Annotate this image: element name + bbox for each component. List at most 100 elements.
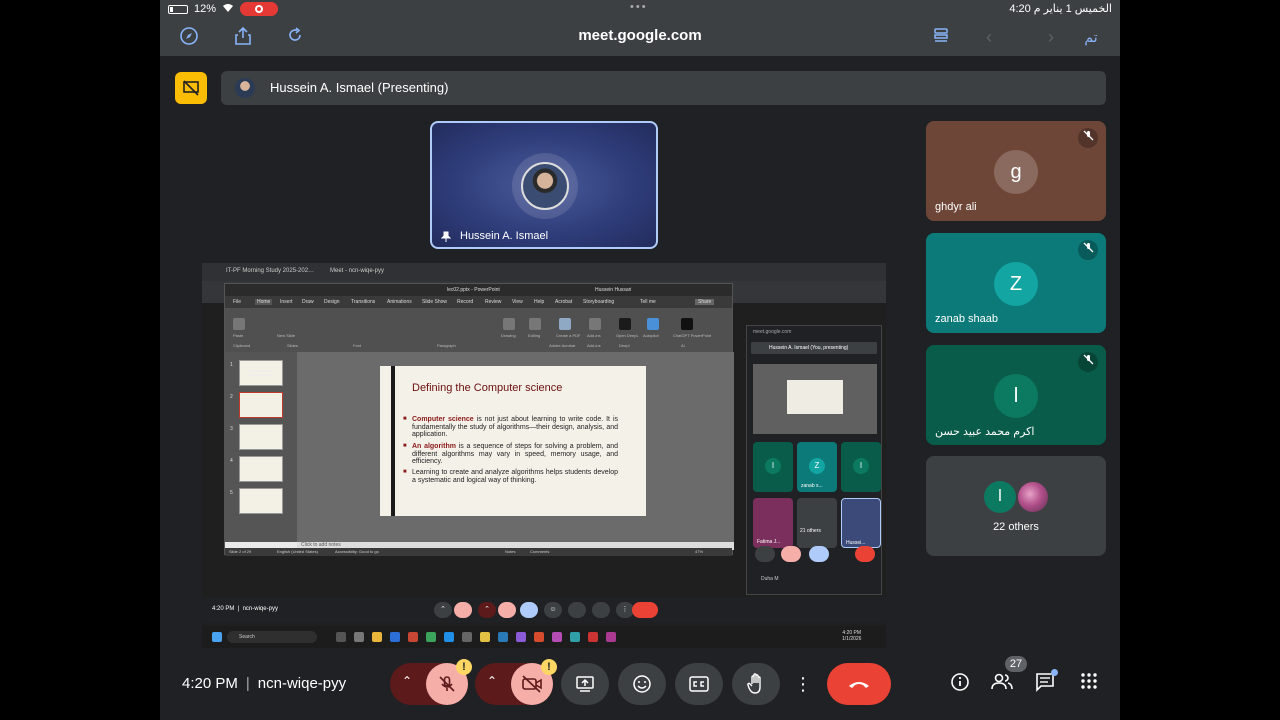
participant-tile[interactable]: Z zanab shaab: [926, 233, 1106, 333]
edge-icon: [444, 632, 454, 642]
inner-hand: [592, 602, 610, 618]
present-screen-button[interactable]: [561, 663, 609, 705]
ribbon-tab: Home: [255, 299, 273, 305]
ribbon-group: Paragraph: [437, 343, 456, 348]
participant-initial: ا: [994, 374, 1038, 418]
ribbon-tab: Design: [324, 299, 340, 305]
add-ins-icon: [589, 318, 601, 330]
paste-icon: [233, 318, 245, 330]
tabs-icon[interactable]: [930, 26, 952, 48]
more-options-icon[interactable]: ⋮: [793, 663, 813, 705]
battery-icon: [168, 4, 188, 14]
ribbon-button: ChatGPT PowerPoint: [673, 333, 712, 338]
participant-name: ghdyr ali: [935, 201, 977, 213]
browser-tabs: IT-PF Morning Study 2025-202… Meet - ncn…: [202, 263, 886, 281]
avatar: [521, 162, 569, 210]
ribbon-button: Open DeepL: [616, 333, 639, 338]
taskbar-app-icon: [606, 632, 616, 642]
camera-control-group: ⌃ !: [475, 659, 557, 705]
mini-tile: ا: [753, 442, 793, 492]
meeting-details-icon[interactable]: [948, 672, 972, 696]
leave-call-button[interactable]: [827, 663, 891, 705]
slide-thumbnail: PROGRAMMING FUNDAMENTALS I: [239, 360, 283, 386]
others-label: 22 others: [993, 521, 1039, 533]
ribbon-tab: Review: [485, 299, 502, 305]
ribbon-group: Clipboard: [233, 343, 251, 348]
taskbar-date: 1/1/2026: [842, 636, 862, 642]
mini-footer-name: Duha M: [761, 576, 779, 582]
slide-bullet: Computer science is not just about learn…: [403, 416, 618, 439]
thumb-number: 4: [230, 458, 233, 464]
reactions-button[interactable]: [618, 663, 666, 705]
search-icon: [529, 318, 541, 330]
inner-emoji: ☺: [544, 602, 562, 618]
powerpoint-window: lec02.pptx - PowerPoint Hussein Hussari …: [224, 283, 734, 556]
captions-button[interactable]: [675, 663, 723, 705]
chatgpt-icon: [681, 318, 693, 330]
ribbon-tab: Help: [534, 299, 545, 305]
taskbar-app-icon: [552, 632, 562, 642]
ppt-ribbon-tabs: File Home Insert Draw Design Transitions…: [225, 296, 732, 308]
forward-icon[interactable]: ›: [1040, 26, 1062, 48]
screen-recording-indicator[interactable]: [240, 2, 279, 16]
status-bar: 12% ••• 4:20 الخميس 1 يناير م: [160, 0, 1120, 18]
zoom-level: 47%: [695, 549, 704, 554]
activities-icon[interactable]: [1077, 672, 1101, 696]
presentation-icon[interactable]: [175, 72, 207, 104]
meeting-info: 4:20 PM | ncn-wiqe-pyy: [182, 675, 346, 692]
mini-tile: Zzanab s...: [797, 442, 837, 492]
mini-tile: Fatima J...: [753, 498, 793, 548]
people-icon[interactable]: [990, 672, 1014, 696]
camera-options-chevron-icon[interactable]: ⌃: [487, 674, 497, 688]
thumb-number: 2: [230, 394, 233, 400]
participant-tile[interactable]: g ghdyr ali: [926, 121, 1106, 221]
ribbon-group: Adobe Acrobat: [549, 343, 576, 348]
bullet-key: Computer science: [412, 416, 474, 423]
mini-cam-button: [781, 546, 801, 562]
avatar: [235, 78, 255, 98]
presenter-tile[interactable]: Hussein A. Ismael: [430, 121, 658, 249]
thumb-number: 1: [230, 362, 233, 368]
others-tile[interactable]: ا 22 others: [926, 456, 1106, 556]
ribbon-button: Autopilot: [643, 333, 659, 338]
camera-warning-icon: !: [541, 659, 557, 675]
taskbar-app-icon: [354, 632, 364, 642]
multitask-dots[interactable]: •••: [630, 1, 648, 13]
ribbon-tab: File: [233, 299, 242, 305]
raise-hand-button[interactable]: [732, 663, 780, 705]
mini-mic-button: [755, 546, 775, 562]
mic-options-chevron-icon[interactable]: ⌃: [402, 674, 412, 688]
bullet-key: An algorithm: [412, 443, 456, 450]
back-icon[interactable]: ‹: [978, 26, 1000, 48]
mini-shared-screen: [753, 364, 877, 434]
ribbon-tab: Storyboarding: [583, 299, 615, 305]
inner-clock: 4:20 PM: [212, 606, 235, 612]
inner-leave: [632, 602, 658, 618]
taskbar-app-icon: [390, 632, 400, 642]
mic-control-group: ⌃ !: [390, 659, 472, 705]
tab-study: IT-PF Morning Study 2025-202…: [226, 268, 315, 274]
ribbon-group: AI: [681, 343, 685, 348]
meeting-time: 4:20 PM: [182, 675, 238, 692]
mini-meet-window: meet.google.com Hussein A. Ismael (You, …: [746, 325, 882, 595]
done-button[interactable]: تم: [1080, 26, 1102, 48]
taskbar-search: Search: [227, 631, 317, 643]
presenting-banner[interactable]: Hussein A. Ismael (Presenting): [221, 71, 1106, 105]
ribbon-tab: Acrobat: [555, 299, 573, 305]
letterbox-left: [0, 0, 160, 720]
letterbox-right: [1120, 0, 1280, 720]
deepl-icon: [619, 318, 631, 330]
slide-canvas: Defining the Computer science Computer s…: [297, 352, 734, 542]
autopilot-icon: [647, 318, 659, 330]
address-bar[interactable]: meet.google.com: [160, 27, 1120, 44]
pin-icon[interactable]: [440, 231, 452, 246]
mic-off-icon: [1078, 352, 1098, 372]
emoji-icon: [633, 675, 651, 693]
windows-taskbar: Search 4:20 PM 1/1/2026: [202, 626, 886, 648]
ribbon-tab: Slide Show: [422, 299, 448, 305]
inner-caret: ⌃: [434, 602, 452, 618]
ribbon-tab: Tell me: [640, 299, 656, 305]
slide-title: Defining the Computer science: [412, 382, 563, 394]
mini-url: meet.google.com: [753, 329, 792, 335]
participant-tile[interactable]: ا اكرم محمد عبيد حسن: [926, 345, 1106, 445]
